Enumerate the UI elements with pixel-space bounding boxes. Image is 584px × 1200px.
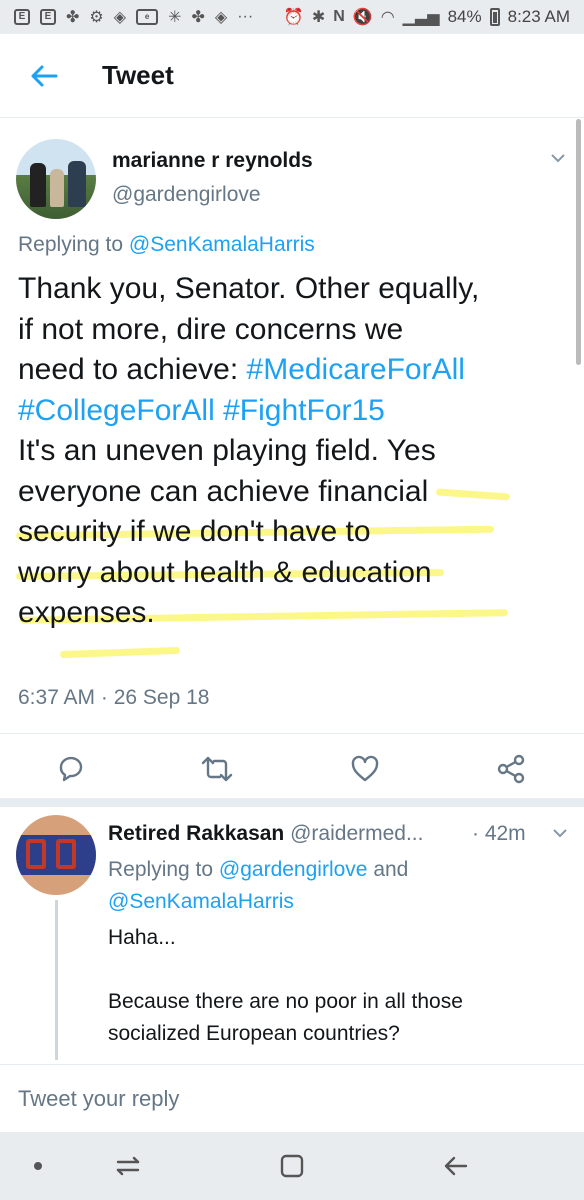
reply-compose-input[interactable]: Tweet your reply xyxy=(0,1064,584,1132)
tweet-action-bar xyxy=(0,733,584,807)
replying-and: and xyxy=(373,858,409,881)
reply-text-line: Haha... xyxy=(108,926,176,949)
tweet-text-line: everyone can achieve financial xyxy=(18,474,429,508)
page-title: Tweet xyxy=(102,60,174,90)
scrollbar[interactable] xyxy=(576,119,581,365)
walmart-icon: ✳ xyxy=(168,9,182,26)
wifi-icon: ◠ xyxy=(380,9,395,26)
status-bar: E E ✤ ⚙ ◈ e ✳ ✤ ◈ ··· ⏰ ✱ N 🔇 ◠ ▁▃▅ 84% … xyxy=(0,0,584,34)
alarm-icon: ⏰ xyxy=(283,9,304,26)
tweet-text-line: need to achieve: #MedicareForAll xyxy=(18,350,568,391)
thread-connector-line xyxy=(55,900,58,1060)
avatar[interactable] xyxy=(16,139,96,219)
author-handle[interactable]: @gardengirlove xyxy=(112,183,261,207)
nav-dot-icon[interactable] xyxy=(22,1150,54,1182)
mention-link[interactable]: @gardengirlove xyxy=(219,858,368,881)
status-system-icons: ⏰ ✱ N 🔇 ◠ ▁▃▅ 84% 8:23 AM xyxy=(284,7,570,27)
mention-link[interactable]: @SenKamalaHarris xyxy=(108,890,294,913)
reply-author-name[interactable]: Retired Rakkasan xyxy=(108,822,284,845)
replying-prefix: Replying to xyxy=(18,233,124,256)
tweet-text: Thank you, Senator. Other equally, if no… xyxy=(18,269,568,634)
reply-text: Haha... Because there are no poor in all… xyxy=(108,922,548,1050)
mention-link[interactable]: @SenKamalaHarris xyxy=(129,233,315,256)
tweet-text-fragment: need to achieve: xyxy=(18,353,247,386)
home-icon[interactable] xyxy=(276,1150,308,1182)
hashtag-link[interactable]: #FightFor15 xyxy=(223,394,385,427)
reply-text-line: Because there are no poor in all those xyxy=(108,990,463,1013)
tweet-text-line: It's an uneven playing field. Yes xyxy=(18,434,436,467)
tweet-text-line: if not more, dire concerns we xyxy=(18,312,404,346)
tweet-text-line: worry about health & education xyxy=(18,555,432,589)
author-name[interactable]: marianne r reynolds xyxy=(112,149,313,173)
accessibility-icon: ✤ xyxy=(66,9,80,26)
clock: 8:23 AM xyxy=(507,7,570,26)
tweet-text-line: expenses. xyxy=(18,596,155,629)
replying-to: Replying to @SenKamalaHarris xyxy=(18,233,315,257)
settings-icon: ⚙ xyxy=(89,9,104,26)
mute-icon: 🔇 xyxy=(352,9,373,26)
more-dots-icon: ··· xyxy=(237,8,254,25)
back-arrow-icon[interactable] xyxy=(14,46,74,106)
reply-icon[interactable] xyxy=(56,754,86,784)
like-heart-icon[interactable] xyxy=(350,754,380,784)
accessibility-icon: ✤ xyxy=(191,9,205,26)
avatar[interactable] xyxy=(16,815,96,895)
system-nav-bar xyxy=(0,1132,584,1200)
retweet-icon[interactable] xyxy=(200,754,233,784)
reply-author-handle[interactable]: @raidermed... xyxy=(290,822,423,845)
tweet-text-line: #CollegeForAll #FightFor15 xyxy=(18,391,568,432)
recent-apps-icon[interactable] xyxy=(112,1150,144,1182)
battery-icon xyxy=(489,8,500,26)
reply-author[interactable]: Retired Rakkasan @raidermed... xyxy=(108,822,423,846)
highlight-mark xyxy=(59,646,181,659)
chevron-down-icon[interactable] xyxy=(552,826,568,840)
notification-e-icon: E xyxy=(40,9,56,25)
tag-icon: ◈ xyxy=(214,9,228,26)
bluetooth-icon: ✱ xyxy=(311,9,326,26)
tweet-timestamp[interactable]: 6:37 AM · 26 Sep 18 xyxy=(18,686,209,710)
hashtag-link[interactable]: #MedicareForAll xyxy=(247,353,465,386)
app-bar: Tweet xyxy=(0,34,584,118)
notification-e-icon: E xyxy=(14,9,30,25)
tag-icon: ◈ xyxy=(113,9,127,26)
reply-text-line: socialized European countries? xyxy=(108,1022,400,1045)
status-notification-icons: E E ✤ ⚙ ◈ e ✳ ✤ ◈ ··· xyxy=(14,7,253,27)
ebay-icon: e xyxy=(136,9,159,25)
tweet-text-line: security if we don't have to xyxy=(18,515,371,548)
replying-prefix: Replying to xyxy=(108,858,214,881)
chevron-down-icon[interactable] xyxy=(550,151,566,165)
compose-placeholder: Tweet your reply xyxy=(18,1085,180,1111)
replying-to: Replying to @gardengirlove and @SenKamal… xyxy=(108,854,548,918)
tweet-text-line: Thank you, Senator. Other equally, xyxy=(18,272,480,305)
reply-timestamp: · 42m xyxy=(472,822,526,845)
share-icon[interactable] xyxy=(496,754,526,784)
signal-icon: ▁▃▅ xyxy=(402,9,440,26)
battery-percent: 84% xyxy=(447,7,482,26)
hashtag-link[interactable]: #CollegeForAll xyxy=(18,394,215,427)
nfc-icon: N xyxy=(333,8,345,25)
back-icon[interactable] xyxy=(440,1150,472,1182)
